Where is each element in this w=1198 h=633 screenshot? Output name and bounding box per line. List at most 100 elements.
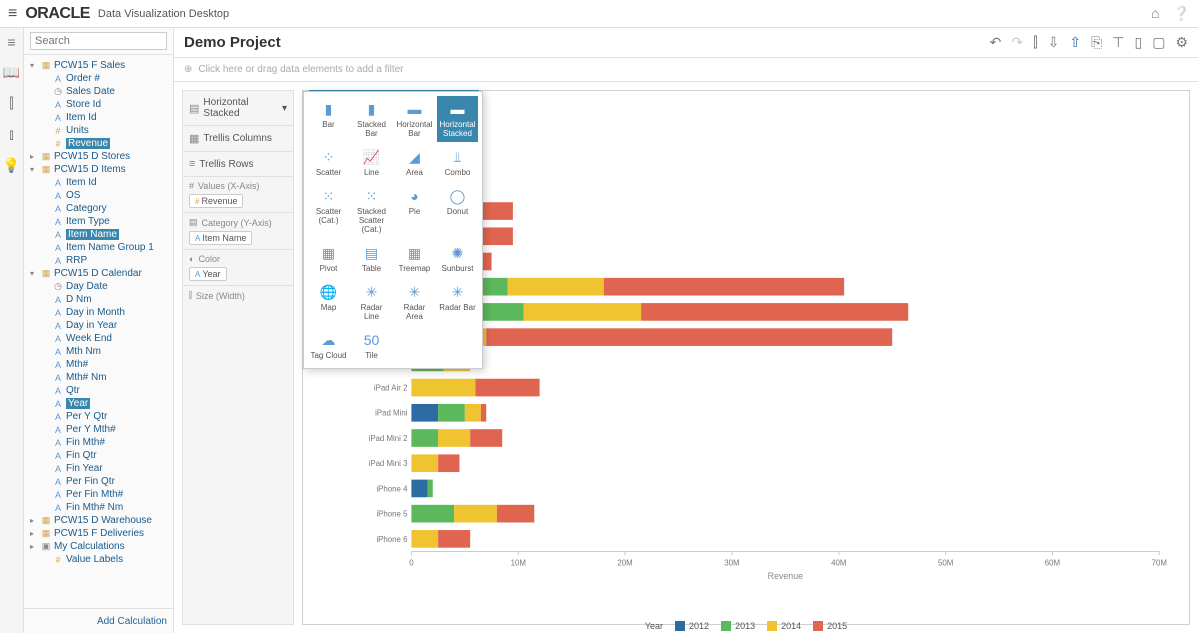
tree-node[interactable]: APer Fin Mth# bbox=[26, 488, 171, 501]
tree-node[interactable]: AOrder # bbox=[26, 72, 171, 85]
values-chip[interactable]: #Revenue bbox=[189, 194, 243, 208]
bar-segment[interactable] bbox=[470, 429, 502, 447]
filter-bar[interactable]: ⊕ Click here or drag data elements to ad… bbox=[174, 58, 1198, 82]
size-section[interactable]: ⫿Size (Width) bbox=[183, 286, 293, 308]
viz-option-horizontal-stacked[interactable]: ▬Horizontal Stacked bbox=[437, 96, 478, 142]
viz-option-area[interactable]: ◢Area bbox=[394, 144, 435, 181]
tool-present-icon[interactable]: ▢ bbox=[1152, 34, 1165, 51]
tree-node[interactable]: AItem Name Group 1 bbox=[26, 241, 171, 254]
add-calculation-link[interactable]: Add Calculation bbox=[97, 616, 167, 627]
category-section[interactable]: ▤Category (Y-Axis) AItem Name bbox=[183, 213, 293, 250]
hamburger-icon[interactable]: ≡ bbox=[8, 5, 17, 23]
viz-option-tile[interactable]: 50Tile bbox=[351, 327, 392, 364]
viz-option-pivot[interactable]: ▦Pivot bbox=[308, 240, 349, 277]
legend-item[interactable]: 2015 bbox=[813, 621, 847, 631]
tree-node[interactable]: AMth Nm bbox=[26, 345, 171, 358]
bar-segment[interactable] bbox=[497, 505, 534, 523]
viz-option-line[interactable]: 📈Line bbox=[351, 144, 392, 181]
home-icon[interactable]: ⌂ bbox=[1151, 5, 1159, 21]
bar-segment[interactable] bbox=[508, 278, 604, 296]
tree-node[interactable]: AFin Qtr bbox=[26, 449, 171, 462]
rail-chart-icon[interactable]: ⫾ bbox=[9, 126, 13, 143]
bar-segment[interactable] bbox=[411, 379, 475, 397]
trellis-rows-row[interactable]: ≡ Trellis Rows bbox=[183, 152, 293, 177]
viz-option-scatter[interactable]: ⁘Scatter bbox=[308, 144, 349, 181]
bar-segment[interactable] bbox=[486, 328, 892, 346]
search-input[interactable] bbox=[30, 32, 167, 50]
tree-node[interactable]: AFin Year bbox=[26, 462, 171, 475]
color-chip[interactable]: AYear bbox=[189, 267, 227, 281]
redo-icon[interactable]: ↷ bbox=[1011, 34, 1023, 51]
tree-node[interactable]: APer Fin Qtr bbox=[26, 475, 171, 488]
tree-node[interactable]: AItem Id bbox=[26, 111, 171, 124]
tree-node[interactable]: ▾▦PCW15 D Items bbox=[26, 163, 171, 176]
tree-node[interactable]: ▸▣My Calculations bbox=[26, 540, 171, 553]
tree-node[interactable]: AItem Name bbox=[26, 228, 171, 241]
bar-segment[interactable] bbox=[641, 303, 908, 321]
viz-option-tag-cloud[interactable]: ☁Tag Cloud bbox=[308, 327, 349, 364]
bar-segment[interactable] bbox=[438, 429, 470, 447]
tree-node[interactable]: AQtr bbox=[26, 384, 171, 397]
trellis-columns-row[interactable]: ▦ Trellis Columns bbox=[183, 126, 293, 152]
bar-segment[interactable] bbox=[481, 404, 486, 422]
tree-node[interactable]: AWeek End bbox=[26, 332, 171, 345]
viz-option-combo[interactable]: ⫫Combo bbox=[437, 144, 478, 181]
viz-option-stacked-scatter-cat-[interactable]: ⁙Stacked Scatter (Cat.) bbox=[351, 183, 392, 238]
plus-icon[interactable]: ⊕ bbox=[184, 64, 192, 75]
bar-segment[interactable] bbox=[438, 530, 470, 548]
tree-node[interactable]: ADay in Month bbox=[26, 306, 171, 319]
bar-segment[interactable] bbox=[454, 505, 497, 523]
bar-segment[interactable] bbox=[411, 530, 438, 548]
tool-layout-icon[interactable]: ⊤ bbox=[1112, 34, 1124, 51]
tree-node[interactable]: ACategory bbox=[26, 202, 171, 215]
viz-option-scatter-cat-[interactable]: ⁙Scatter (Cat.) bbox=[308, 183, 349, 238]
rail-book-icon[interactable]: 📖 bbox=[3, 64, 20, 81]
bar-segment[interactable] bbox=[411, 505, 454, 523]
bar-segment[interactable] bbox=[411, 429, 438, 447]
viz-option-donut[interactable]: ◯Donut bbox=[437, 183, 478, 238]
viz-option-table[interactable]: ▤Table bbox=[351, 240, 392, 277]
tree-node[interactable]: AMth# Nm bbox=[26, 371, 171, 384]
bar-segment[interactable] bbox=[465, 404, 481, 422]
bar-segment[interactable] bbox=[411, 454, 438, 472]
bar-segment[interactable] bbox=[411, 480, 427, 498]
bar-segment[interactable] bbox=[604, 278, 844, 296]
bar-segment[interactable] bbox=[438, 404, 465, 422]
tree-node[interactable]: ARRP bbox=[26, 254, 171, 267]
viz-option-stacked-bar[interactable]: ▮Stacked Bar bbox=[351, 96, 392, 142]
tree-node[interactable]: AStore Id bbox=[26, 98, 171, 111]
tree-node[interactable]: AItem Id bbox=[26, 176, 171, 189]
viz-option-radar-line[interactable]: ✳Radar Line bbox=[351, 279, 392, 325]
tree-node[interactable]: AOS bbox=[26, 189, 171, 202]
rail-analytics-icon[interactable]: ⫿ bbox=[9, 95, 13, 112]
viz-option-treemap[interactable]: ▦Treemap bbox=[394, 240, 435, 277]
tree-node[interactable]: ▸▦PCW15 D Warehouse bbox=[26, 514, 171, 527]
bar-segment[interactable] bbox=[524, 303, 642, 321]
tree-node[interactable]: ◷Day Date bbox=[26, 280, 171, 293]
gear-icon[interactable]: ⚙ bbox=[1175, 34, 1188, 51]
tree-node[interactable]: ▾▦PCW15 F Sales bbox=[26, 59, 171, 72]
tree-node[interactable]: APer Y Mth# bbox=[26, 423, 171, 436]
viz-option-map[interactable]: 🌐Map bbox=[308, 279, 349, 325]
legend-item[interactable]: 2012 bbox=[675, 621, 709, 631]
viz-type-selector[interactable]: ▤ Horizontal Stacked ▾ bbox=[183, 91, 293, 126]
help-icon[interactable]: ❔ bbox=[1173, 5, 1190, 21]
rail-data-icon[interactable]: ≡ bbox=[7, 34, 15, 50]
bar-segment[interactable] bbox=[427, 480, 432, 498]
bar-segment[interactable] bbox=[438, 454, 459, 472]
tool-copy-icon[interactable]: ⎘ bbox=[1091, 34, 1102, 51]
viz-option-horizontal-bar[interactable]: ▬Horizontal Bar bbox=[394, 96, 435, 142]
viz-option-bar[interactable]: ▮Bar bbox=[308, 96, 349, 142]
bar-segment[interactable] bbox=[411, 404, 438, 422]
tree-node[interactable]: AYear bbox=[26, 397, 171, 410]
tree-node[interactable]: APer Y Qtr bbox=[26, 410, 171, 423]
viz-option-radar-area[interactable]: ✳Radar Area bbox=[394, 279, 435, 325]
tree-node[interactable]: #Revenue bbox=[26, 137, 171, 150]
undo-icon[interactable]: ↶ bbox=[990, 34, 1002, 51]
tree-node[interactable]: AD Nm bbox=[26, 293, 171, 306]
legend-item[interactable]: 2013 bbox=[721, 621, 755, 631]
tree-node[interactable]: ADay in Year bbox=[26, 319, 171, 332]
viz-option-pie[interactable]: ◕Pie bbox=[394, 183, 435, 238]
tree-node[interactable]: ▾▦PCW15 D Calendar bbox=[26, 267, 171, 280]
tree-node[interactable]: AItem Type bbox=[26, 215, 171, 228]
